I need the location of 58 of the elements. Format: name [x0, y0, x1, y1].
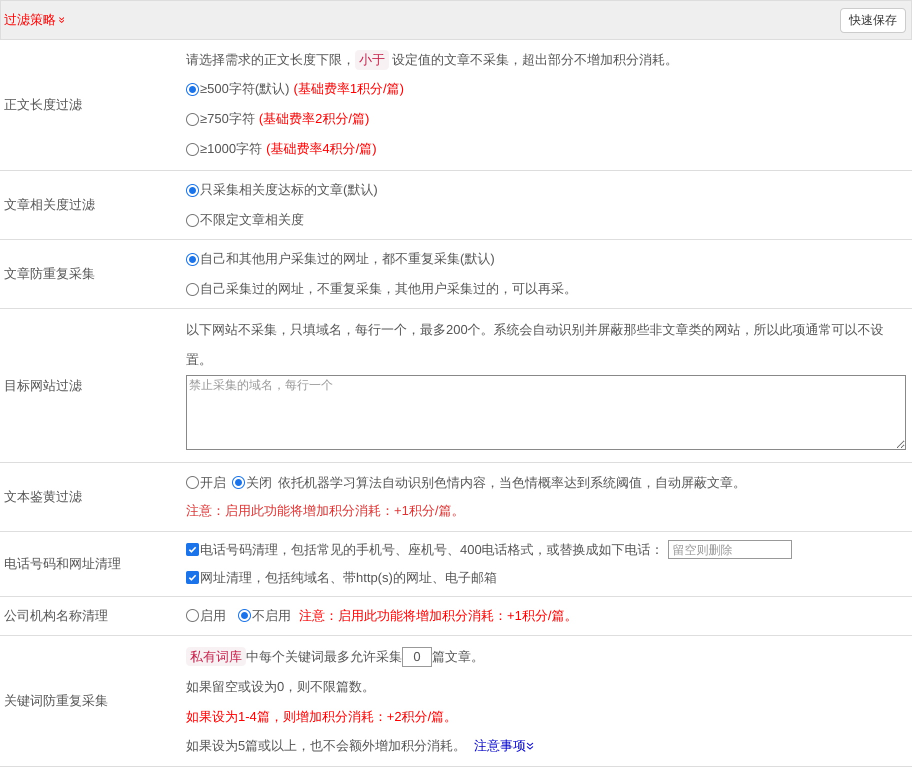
row-label: 文本鉴黄过滤: [4, 488, 82, 506]
radio-button[interactable]: [238, 609, 251, 622]
row-label: 文章相关度过滤: [4, 196, 95, 214]
hint-text: 中每个关键词最多允许采集: [246, 648, 402, 666]
radio-button[interactable]: [186, 282, 199, 296]
fee-note: (基础费率2积分/篇): [258, 110, 370, 128]
quick-save-button[interactable]: 快速保存: [840, 8, 906, 32]
warning-text: 注意：启用此功能将增加积分消耗：+1积分/篇。: [186, 502, 464, 520]
radio-button[interactable]: [186, 82, 199, 96]
row-label: 公司机构名称清理: [4, 606, 108, 625]
tag-label: 小于: [355, 50, 389, 70]
fee-note: (基础费率1积分/篇): [293, 80, 404, 98]
option-label: ≥750字符: [200, 110, 255, 128]
row-label: 目标网站过滤: [4, 376, 82, 394]
count-input[interactable]: 0: [402, 646, 432, 666]
option-label: 不启用: [252, 606, 291, 625]
option-label: 开启: [200, 474, 226, 492]
warning-text: 注意：启用此功能将增加积分消耗：+1积分/篇。: [299, 606, 578, 625]
checkbox-label: 电话号码清理，包括常见的手机号、座机号、400电话格式，或替换成如下电话：: [200, 540, 664, 559]
hint-text: 如果留空或设为0，则不限篇数。: [186, 678, 376, 696]
tag-label: 私有词库: [186, 646, 246, 666]
radio-button[interactable]: [186, 609, 199, 622]
radio-button[interactable]: [186, 142, 199, 156]
option-label: 只采集相关度达标的文章(默认): [200, 181, 378, 200]
checkbox[interactable]: [186, 571, 199, 584]
fee-note: (基础费率4积分/篇): [266, 140, 377, 158]
chevron-down-icon: [526, 742, 534, 750]
radio-button[interactable]: [186, 184, 199, 196]
hint-text: 请选择需求的正文长度下限，: [186, 51, 355, 70]
checkbox[interactable]: [186, 543, 199, 556]
description-text: 依托机器学习算法自动识别色情内容，当色情概率达到系统阈值，自动屏蔽文章。: [278, 474, 746, 492]
row-label: 文章防重复采集: [4, 265, 95, 284]
row-label: 关键词防重复采集: [4, 692, 108, 710]
checkmark-icon: [188, 573, 197, 582]
option-label: 启用: [200, 606, 226, 625]
hint-text: 设定值的文章不采集，超出部分不增加积分消耗。: [392, 51, 678, 70]
radio-button[interactable]: [186, 252, 199, 266]
row-label: 电话号码和网址清理: [4, 554, 121, 573]
radio-button[interactable]: [186, 112, 199, 126]
checkmark-icon: [188, 545, 197, 554]
option-label: 自己和其他用户采集过的网址，都不重复采集(默认): [200, 250, 495, 268]
phone-input[interactable]: 留空则删除: [668, 540, 792, 559]
radio-button[interactable]: [186, 476, 199, 489]
option-label: 自己采集过的网址，不重复采集，其他用户采集过的，可以再采。: [200, 280, 577, 298]
warning-text: 如果设为1-4篇，则增加积分消耗：+2积分/篇。: [186, 708, 458, 726]
option-label: ≥500字符(默认): [200, 80, 290, 98]
option-label: 关闭: [246, 474, 272, 492]
radio-button[interactable]: [186, 214, 199, 226]
notes-link[interactable]: 注意事项: [474, 736, 526, 756]
checkbox-label: 网址清理，包括纯域名、带http(s)的网址、电子邮箱: [200, 568, 497, 587]
radio-button[interactable]: [232, 476, 245, 489]
option-label: 不限定文章相关度: [200, 211, 304, 230]
hint-text: 篇文章。: [432, 648, 484, 666]
domain-textarea[interactable]: 禁止采集的域名，每行一个: [186, 375, 906, 450]
option-label: ≥1000字符: [200, 140, 262, 158]
hint-text: 如果设为5篇或以上，也不会额外增加积分消耗。: [186, 736, 466, 755]
row-label: 正文长度过滤: [4, 96, 82, 114]
hint-text: 以下网站不采集，只填域名，每行一个，最多200个。系统会自动识别并屏蔽那些非文章类的网站，所以此项通常可以不设置。: [186, 321, 885, 369]
